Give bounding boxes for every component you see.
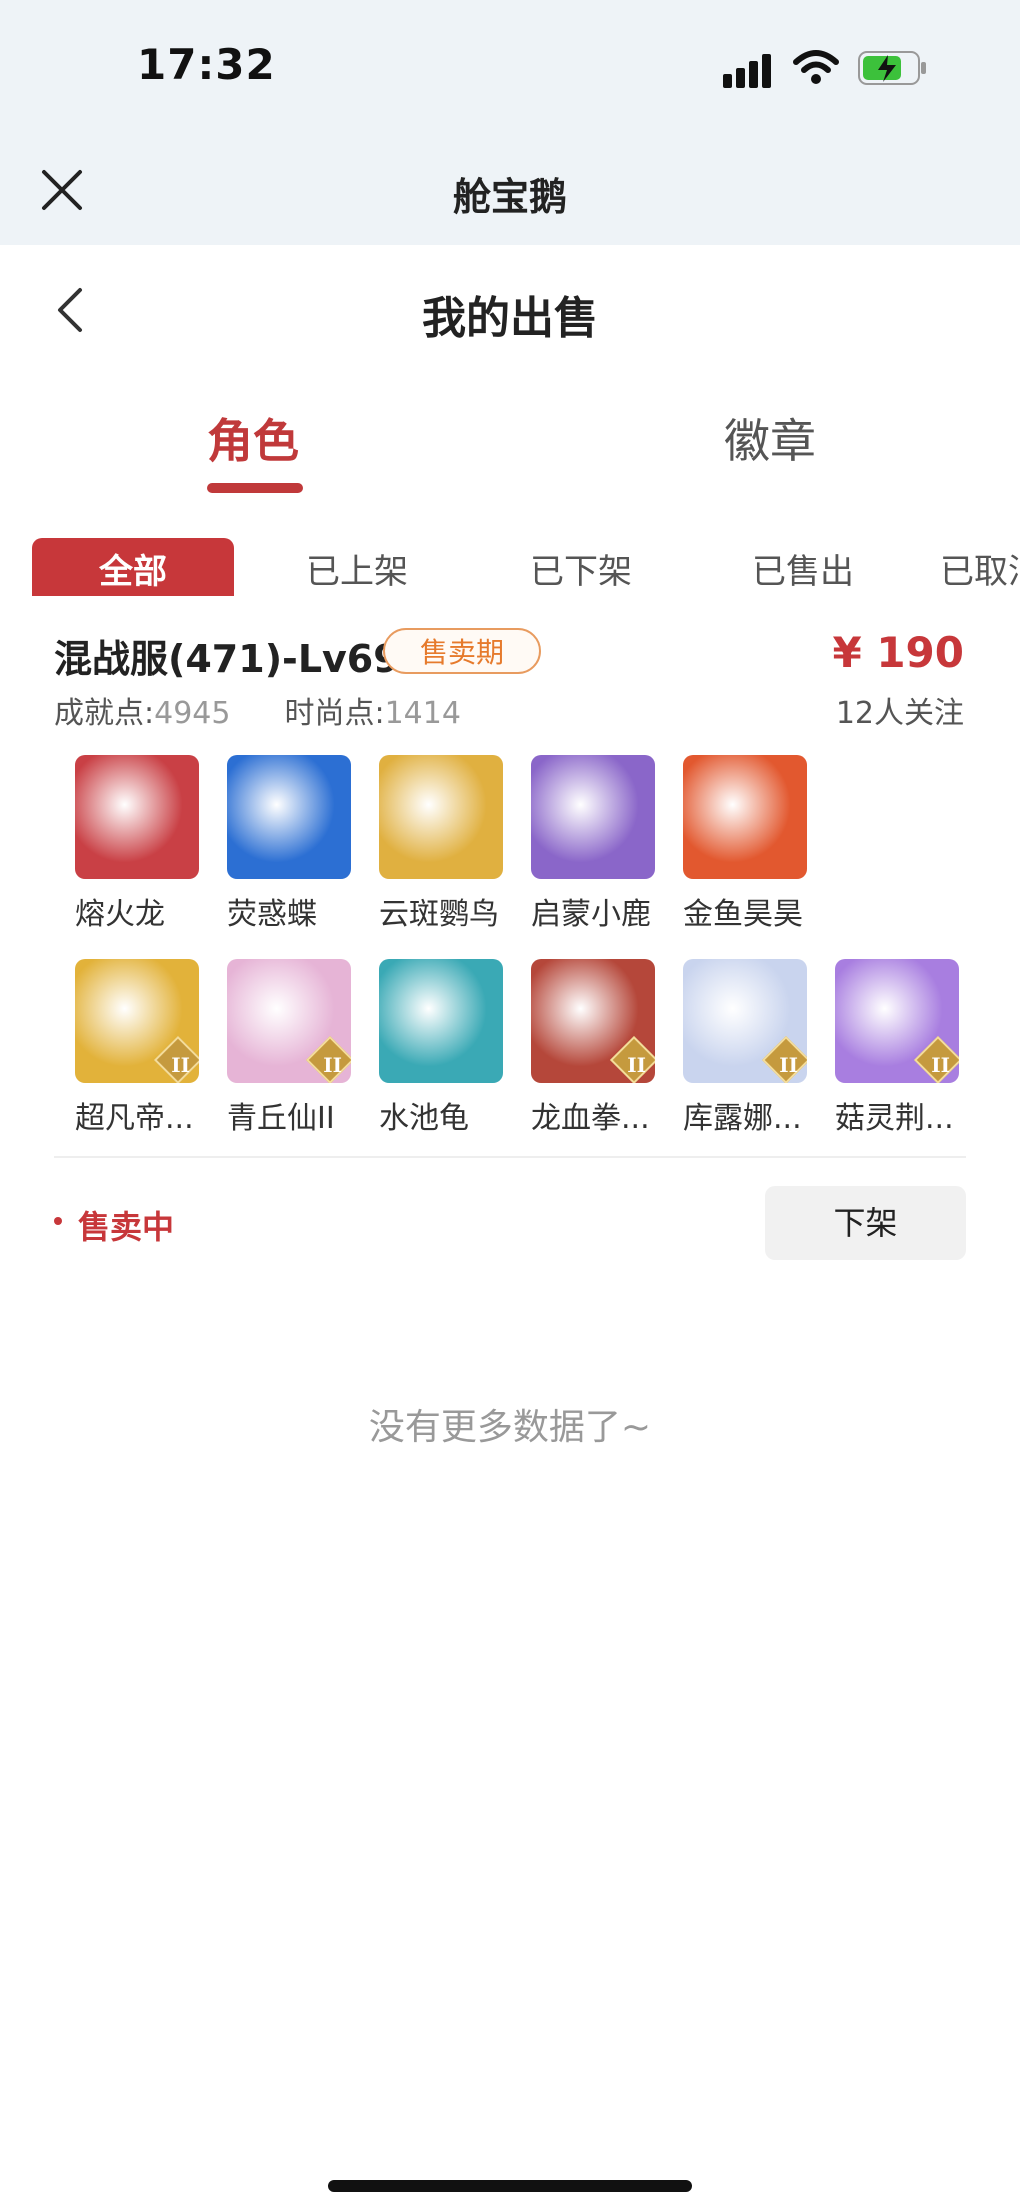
pet-card[interactable]: 云斑鹦鸟 (379, 755, 509, 933)
pet-name: 库露娜... (683, 1101, 802, 1136)
pet-avatar (379, 959, 503, 1083)
pet-avatar (531, 755, 655, 879)
pet-avatar (683, 755, 807, 879)
pet-avatar (379, 755, 503, 879)
filter-all[interactable]: 全部 (32, 538, 234, 596)
pet-name: 荧惑蝶 (227, 897, 317, 932)
pet-avatar (75, 755, 199, 879)
pet-card[interactable]: 启蒙小鹿 (531, 755, 661, 933)
pet-card[interactable]: II 超凡帝... (75, 959, 205, 1137)
filter-delisted[interactable]: 已下架 (514, 538, 648, 596)
pet-avatar: II (75, 959, 199, 1083)
delist-button[interactable]: 下架 (765, 1186, 966, 1260)
rank-label: II (323, 1053, 342, 1077)
pet-name: 云斑鹦鸟 (379, 897, 499, 932)
pet-avatar: II (531, 959, 655, 1083)
pet-card[interactable]: 金鱼昊昊 (683, 755, 813, 933)
pet-card[interactable]: II 库露娜... (683, 959, 813, 1137)
rank-label: II (627, 1053, 646, 1077)
pet-name: 超凡帝... (75, 1101, 194, 1136)
no-more-data-text: 没有更多数据了~ (368, 1407, 652, 1448)
pet-avatar (227, 755, 351, 879)
pet-name: 熔火龙 (75, 897, 165, 932)
pet-avatar: II (227, 959, 351, 1083)
pet-name: 水池龟 (379, 1101, 469, 1136)
home-indicator[interactable] (328, 2180, 692, 2192)
achievement-value: 4945 (154, 696, 231, 731)
pet-name: 龙血拳... (531, 1101, 650, 1136)
pet-card[interactable]: 熔火龙 (75, 755, 205, 933)
pet-card[interactable]: II 龙血拳... (531, 959, 661, 1137)
rank-label: II (931, 1053, 950, 1077)
achievement-label: 成就点: (54, 696, 155, 731)
rank-label: II (779, 1053, 798, 1077)
followers-count: 12人关注 (835, 696, 964, 731)
filter-sold[interactable]: 已售出 (736, 538, 870, 596)
wifi-icon (793, 50, 839, 84)
sale-period-badge: 售卖期 (383, 628, 541, 674)
status-time: 17:32 (137, 40, 276, 89)
pet-card[interactable]: II 青丘仙II (227, 959, 357, 1137)
pet-avatar: II (835, 959, 959, 1083)
tab-role[interactable]: 角色 (207, 405, 299, 471)
listing-server[interactable]: 混战服(471)-Lv69 (54, 628, 400, 683)
filter-listed[interactable]: 已上架 (290, 538, 424, 596)
pet-avatar: II (683, 959, 807, 1083)
battery-charging-icon (858, 51, 926, 85)
listing-stats: 成就点:4945 时尚点:1414 (54, 688, 461, 732)
pet-card[interactable]: 荧惑蝶 (227, 755, 357, 933)
pet-card[interactable]: 水池龟 (379, 959, 509, 1137)
fashion-label: 时尚点: (284, 696, 385, 731)
pet-name: 青丘仙II (227, 1101, 335, 1136)
pet-name: 金鱼昊昊 (683, 897, 803, 932)
divider (54, 1156, 966, 1158)
page-title: 我的出售 (422, 293, 598, 344)
fashion-value: 1414 (384, 696, 461, 731)
filter-cancelled[interactable]: 已取消 (940, 538, 1020, 596)
cellular-signal-icon (723, 52, 775, 88)
active-tab-indicator (207, 483, 303, 493)
status-dot (54, 1217, 62, 1225)
pet-card[interactable]: II 菇灵荆... (835, 959, 965, 1137)
pet-name: 菇灵荆... (835, 1101, 954, 1136)
rank-label: II (171, 1053, 190, 1077)
tab-badge[interactable]: 徽章 (724, 405, 816, 471)
listing-price: ¥ 190 (832, 628, 964, 677)
listing-status: 售卖中 (78, 1208, 175, 1246)
pet-name: 启蒙小鹿 (531, 897, 651, 932)
app-title: 舱宝鹅 (452, 175, 567, 219)
